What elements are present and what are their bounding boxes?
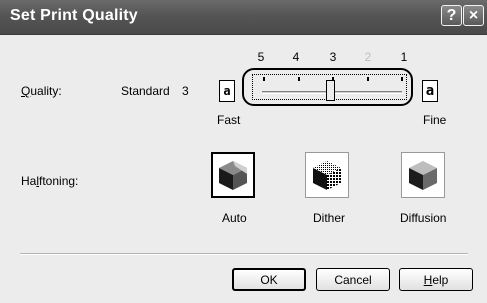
quality-mode-text: Standard — [121, 84, 170, 98]
slider-tick — [263, 77, 265, 81]
question-mark-icon: ? — [446, 6, 457, 24]
halftone-auto-button[interactable] — [211, 152, 255, 198]
quality-label: Quality: — [21, 84, 62, 98]
fast-text-icon: a — [219, 80, 235, 102]
halftone-auto-label: Auto — [222, 211, 247, 225]
dither-cube-icon — [313, 161, 341, 190]
help-title-button[interactable]: ? — [441, 5, 462, 26]
scale-number-3: 3 — [329, 50, 337, 64]
close-icon: × — [468, 6, 479, 24]
title-bar[interactable]: Set Print Quality ? × — [0, 0, 487, 35]
halftoning-label: Halftoning: — [21, 174, 79, 188]
scale-number-1: 1 — [400, 50, 408, 64]
ok-button[interactable]: OK — [232, 268, 306, 291]
scale-number-4: 4 — [292, 50, 300, 64]
help-button[interactable]: Help — [399, 268, 473, 291]
slider-tick — [367, 77, 369, 81]
set-print-quality-dialog: Set Print Quality ? × Quality: Standard … — [0, 0, 487, 303]
halftone-dither-button[interactable] — [305, 152, 349, 198]
halftone-dither-label: Dither — [313, 211, 346, 225]
fine-label: Fine — [423, 113, 447, 127]
close-button[interactable]: × — [463, 5, 484, 26]
auto-cube-icon — [219, 161, 247, 190]
slider-thumb[interactable] — [326, 80, 335, 101]
divider — [20, 253, 468, 255]
window-title: Set Print Quality — [10, 7, 138, 24]
scale-number-5: 5 — [257, 50, 265, 64]
halftone-diffusion-button[interactable] — [401, 152, 445, 198]
fine-text-icon: a — [422, 80, 438, 102]
scale-number-2: 2 — [364, 50, 372, 64]
halftone-diffusion-label: Diffusion — [400, 211, 447, 225]
cancel-button[interactable]: Cancel — [316, 268, 390, 291]
slider-tick — [401, 77, 403, 81]
quality-level-text: 3 — [182, 84, 189, 98]
diffusion-cube-icon — [409, 161, 437, 190]
fast-label: Fast — [217, 113, 241, 127]
slider-tick — [298, 77, 300, 81]
